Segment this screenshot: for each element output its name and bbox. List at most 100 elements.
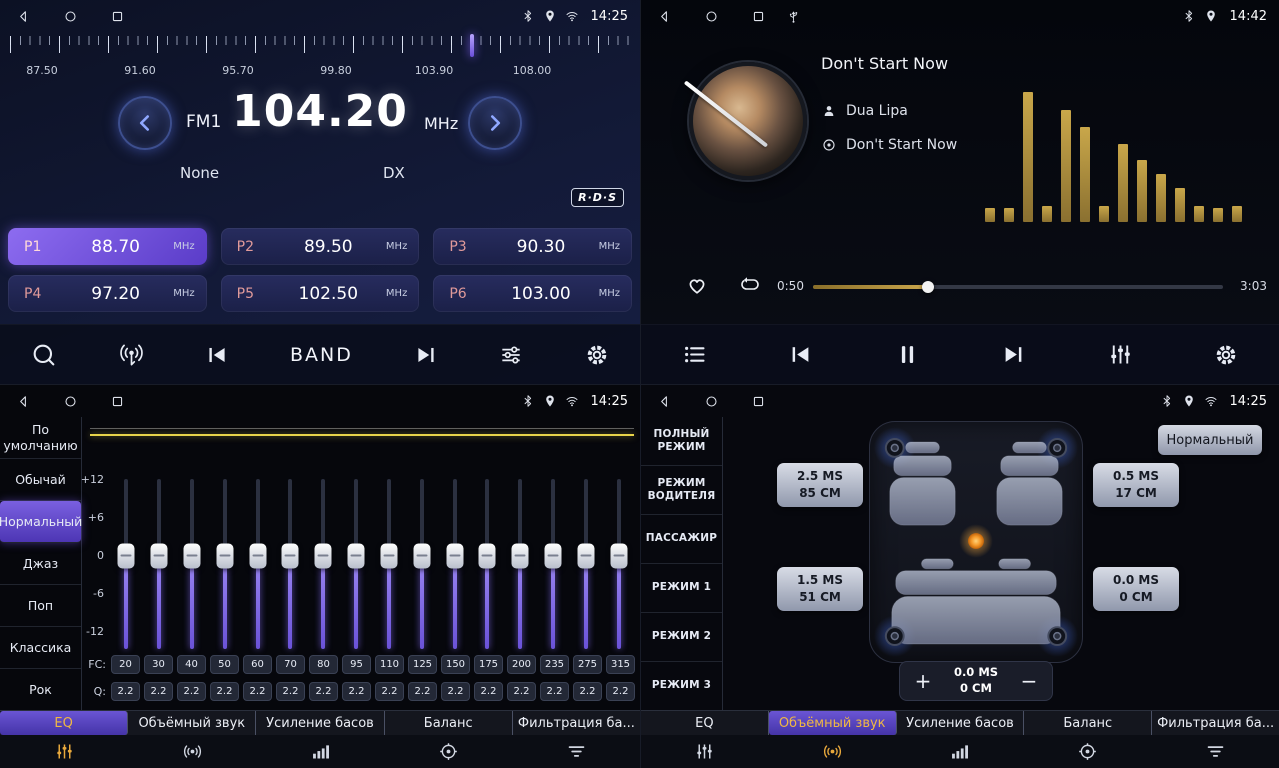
delay-increase-button[interactable]: + <box>912 669 934 693</box>
sound-mode-item[interactable]: ПАССАЖИР <box>641 515 722 564</box>
tab-filter[interactable]: Фильтрация ба... <box>1152 711 1279 735</box>
tab-bass[interactable]: Усиление басов <box>897 711 1025 735</box>
sound-mode-item[interactable]: ПОЛНЫЙ РЕЖИМ <box>641 417 722 466</box>
sound-mode-item[interactable]: РЕЖИМ ВОДИТЕЛЯ <box>641 466 722 515</box>
eq-band-slider[interactable] <box>537 479 570 649</box>
bass-icon[interactable] <box>256 741 384 762</box>
slider-handle[interactable] <box>118 543 135 568</box>
delay-front-right[interactable]: 0.5 MS 17 CM <box>1093 463 1179 507</box>
eq-band-slider[interactable] <box>241 479 274 649</box>
slider-handle[interactable] <box>446 543 463 568</box>
audio-sliders-icon[interactable] <box>498 342 524 368</box>
slider-handle[interactable] <box>315 543 332 568</box>
radio-preset-p4[interactable]: P497.20MHz <box>8 275 207 312</box>
home-icon[interactable] <box>704 394 719 409</box>
eq-icon[interactable] <box>641 741 769 762</box>
home-icon[interactable] <box>704 9 719 24</box>
eq-preset-item[interactable]: По умолчанию <box>0 417 81 459</box>
delay-rear-right[interactable]: 0.0 MS 0 CM <box>1093 567 1179 611</box>
previous-track-icon[interactable] <box>787 341 814 368</box>
settings-gear-icon[interactable] <box>1213 342 1239 368</box>
tab-balance[interactable]: Баланс <box>385 711 513 735</box>
recents-icon[interactable] <box>751 394 766 409</box>
dx-mode-label[interactable]: DX <box>383 164 405 182</box>
progress-knob[interactable] <box>922 281 934 293</box>
eq-band-slider[interactable] <box>569 479 602 649</box>
eq-icon[interactable] <box>0 741 128 762</box>
tab-filter[interactable]: Фильтрация ба... <box>513 711 640 735</box>
radio-preset-p5[interactable]: P5102.50MHz <box>221 275 420 312</box>
eq-band-slider[interactable] <box>504 479 537 649</box>
recents-icon[interactable] <box>751 9 766 24</box>
progress-bar[interactable] <box>813 285 1223 289</box>
back-icon[interactable] <box>657 9 672 24</box>
tab-bass[interactable]: Усиление басов <box>256 711 384 735</box>
slider-handle[interactable] <box>544 543 561 568</box>
slider-handle[interactable] <box>151 543 168 568</box>
radio-preset-p3[interactable]: P390.30MHz <box>433 228 632 265</box>
playlist-icon[interactable] <box>681 341 708 368</box>
tab-balance[interactable]: Баланс <box>1024 711 1152 735</box>
radio-preset-p6[interactable]: P6103.00MHz <box>433 275 632 312</box>
tune-down-button[interactable] <box>118 96 172 150</box>
surround-icon[interactable] <box>128 741 256 762</box>
tune-up-button[interactable] <box>468 96 522 150</box>
sound-mode-item[interactable]: РЕЖИМ 1 <box>641 564 722 613</box>
eq-preset-item[interactable]: Нормальный <box>0 501 81 543</box>
tab-surround[interactable]: Объёмный звук <box>128 711 256 735</box>
eq-band-slider[interactable] <box>208 479 241 649</box>
home-icon[interactable] <box>63 9 78 24</box>
frequency-ruler[interactable]: 87.5091.6095.7099.80103.90108.00 <box>0 34 640 82</box>
bass-icon[interactable] <box>896 741 1024 762</box>
slider-handle[interactable] <box>512 543 529 568</box>
back-icon[interactable] <box>16 9 31 24</box>
slider-handle[interactable] <box>184 543 201 568</box>
tab-surround[interactable]: Объёмный звук <box>769 711 897 735</box>
recents-icon[interactable] <box>110 394 125 409</box>
delay-rear-left[interactable]: 1.5 MS 51 CM <box>777 567 863 611</box>
eq-preset-item[interactable]: Поп <box>0 585 81 627</box>
eq-preset-item[interactable]: Рок <box>0 669 81 710</box>
radio-preset-p1[interactable]: P188.70MHz <box>8 228 207 265</box>
filter-icon[interactable] <box>512 741 640 762</box>
slider-handle[interactable] <box>413 543 430 568</box>
tuner-scan-icon[interactable] <box>118 341 145 368</box>
slider-handle[interactable] <box>249 543 266 568</box>
balance-icon[interactable] <box>384 741 512 762</box>
surround-icon[interactable] <box>769 741 897 762</box>
band-button[interactable]: BAND <box>290 344 353 366</box>
eq-band-slider[interactable] <box>274 479 307 649</box>
eq-preset-item[interactable]: Классика <box>0 627 81 669</box>
eq-band-slider[interactable] <box>143 479 176 649</box>
slider-handle[interactable] <box>479 543 496 568</box>
eq-band-slider[interactable] <box>471 479 504 649</box>
eq-band-slider[interactable] <box>602 479 635 649</box>
next-track-icon[interactable] <box>1000 341 1027 368</box>
slider-handle[interactable] <box>610 543 627 568</box>
balance-icon[interactable] <box>1024 741 1152 762</box>
favorite-heart-icon[interactable] <box>685 273 709 297</box>
eq-preset-item[interactable]: Джаз <box>0 543 81 585</box>
eq-band-slider[interactable] <box>307 479 340 649</box>
eq-band-slider[interactable] <box>110 479 143 649</box>
back-icon[interactable] <box>657 394 672 409</box>
pause-icon[interactable] <box>894 341 921 368</box>
eq-band-slider[interactable] <box>438 479 471 649</box>
slider-handle[interactable] <box>216 543 233 568</box>
home-icon[interactable] <box>63 394 78 409</box>
sound-mode-item[interactable]: РЕЖИМ 3 <box>641 662 722 710</box>
previous-icon[interactable] <box>204 342 230 368</box>
tab-eq[interactable]: EQ <box>0 711 128 735</box>
settings-gear-icon[interactable] <box>584 342 610 368</box>
slider-handle[interactable] <box>348 543 365 568</box>
eq-band-slider[interactable] <box>176 479 209 649</box>
next-icon[interactable] <box>413 342 439 368</box>
sound-preset-button[interactable]: Нормальный <box>1158 425 1262 455</box>
eq-band-slider[interactable] <box>373 479 406 649</box>
tab-eq[interactable]: EQ <box>641 711 769 735</box>
delay-decrease-button[interactable]: − <box>1018 669 1040 693</box>
filter-icon[interactable] <box>1151 741 1279 762</box>
search-icon[interactable] <box>30 341 58 369</box>
equalizer-icon[interactable] <box>1107 341 1134 368</box>
eq-preset-item[interactable]: Обычай <box>0 459 81 501</box>
